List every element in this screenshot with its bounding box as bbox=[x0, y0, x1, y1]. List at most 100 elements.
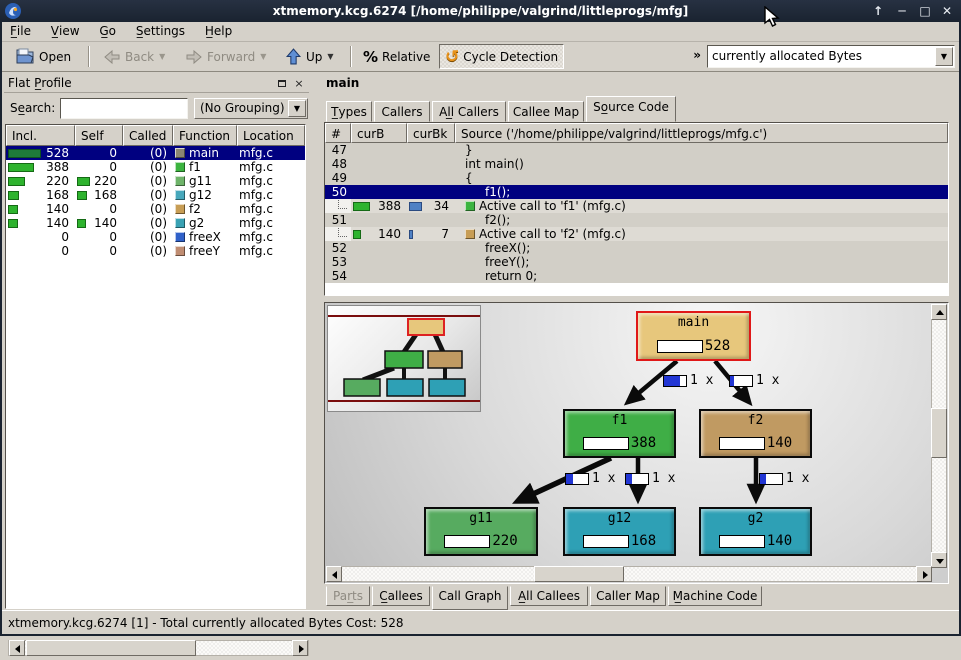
graph-node-main[interactable]: main 528 bbox=[636, 311, 751, 361]
graph-node-g11[interactable]: g11 220 bbox=[424, 507, 538, 556]
dock-close-icon[interactable]: × bbox=[292, 77, 306, 91]
menu-go[interactable]: G̲o bbox=[91, 22, 124, 42]
search-input[interactable] bbox=[60, 98, 188, 119]
table-row-g11[interactable]: 220 220 (0) g11 mfg.c bbox=[6, 174, 305, 188]
up-dropdown-icon[interactable]: ▼ bbox=[327, 52, 333, 61]
function-name: main bbox=[189, 146, 219, 160]
event-type-combobox[interactable]: currently allocated Bytes ▼ bbox=[707, 45, 955, 68]
tab-callers[interactable]: Callers bbox=[374, 101, 430, 122]
flat-profile-hscrollbar[interactable] bbox=[8, 640, 309, 656]
column-function[interactable]: Function bbox=[173, 125, 237, 146]
forward-button[interactable]: Forward ▼ bbox=[180, 44, 271, 69]
graph-node-g12[interactable]: g12 168 bbox=[563, 507, 676, 556]
open-button[interactable]: Open bbox=[10, 44, 76, 69]
back-button[interactable]: Back ▼ bbox=[98, 44, 170, 69]
source-call-annotation[interactable]: 140 7 Active call to 'f2' (mfg.c) bbox=[325, 227, 948, 241]
minimize-icon[interactable]: ─ bbox=[893, 3, 911, 19]
graph-node-f2[interactable]: f2 140 bbox=[699, 409, 812, 458]
table-row-g2[interactable]: 140 140 (0) g2 mfg.c bbox=[6, 216, 305, 230]
tab-parts[interactable]: Par̲ts bbox=[326, 586, 370, 606]
scroll-thumb[interactable] bbox=[931, 408, 947, 458]
scroll-right-icon[interactable] bbox=[292, 640, 308, 656]
application-window: { "window": { "title": "xtmemory.kcg.627… bbox=[0, 0, 961, 636]
tab-machine-code[interactable]: M̲achine Code bbox=[668, 586, 762, 606]
forward-dropdown-icon[interactable]: ▼ bbox=[260, 52, 266, 61]
self-value: 0 bbox=[109, 230, 117, 244]
cost-bar bbox=[8, 149, 41, 158]
scroll-left-icon[interactable] bbox=[326, 566, 342, 582]
cycle-detection-button[interactable]: ↺ Cycle Detection bbox=[439, 44, 564, 69]
source-line[interactable]: 49 { bbox=[325, 171, 948, 185]
back-dropdown-icon[interactable]: ▼ bbox=[159, 52, 165, 61]
toolbar-separator bbox=[88, 46, 90, 67]
shade-icon[interactable]: ↑ bbox=[869, 3, 887, 19]
source-line[interactable]: 52 freeX(); bbox=[325, 241, 948, 255]
location: mfg.c bbox=[239, 216, 273, 230]
graph-node-g2[interactable]: g2 140 bbox=[699, 507, 812, 556]
table-row-freeY[interactable]: 0 0 (0) freeY mfg.c bbox=[6, 244, 305, 258]
table-row-f1[interactable]: 388 0 (0) f1 mfg.c bbox=[6, 160, 305, 174]
tab-all-callers[interactable]: Al̲l Callers bbox=[432, 101, 506, 122]
source-line-selected[interactable]: 50 f1(); bbox=[325, 185, 948, 199]
dock-header[interactable]: Flat P̲rofile × bbox=[4, 74, 309, 93]
table-row-f2[interactable]: 140 0 (0) f2 mfg.c bbox=[6, 202, 305, 216]
source-line[interactable]: 47 } bbox=[325, 143, 948, 157]
column-self[interactable]: Self bbox=[75, 125, 123, 146]
call-graph-canvas[interactable]: main 528 f1 388 f2 140 g11 220 g12 168 g… bbox=[325, 303, 932, 567]
relative-button[interactable]: % Relative bbox=[358, 44, 435, 69]
column-location[interactable]: Location bbox=[237, 125, 305, 146]
toolbar-overflow-icon[interactable]: » bbox=[693, 48, 701, 62]
curb-value: 140 bbox=[378, 227, 401, 241]
scroll-thumb[interactable] bbox=[26, 640, 196, 656]
table-row-main[interactable]: 528 0 (0) main mfg.c bbox=[6, 146, 305, 160]
source-line[interactable]: 53 freeY(); bbox=[325, 255, 948, 269]
graph-node-f1[interactable]: f1 388 bbox=[563, 409, 676, 458]
scroll-left-icon[interactable] bbox=[9, 640, 25, 656]
tab-callee-map[interactable]: Callee Map bbox=[508, 101, 584, 122]
node-cost-bar bbox=[583, 437, 629, 450]
function-name: g2 bbox=[189, 216, 204, 230]
source-line[interactable]: 54 return 0; bbox=[325, 269, 948, 283]
column-incl[interactable]: Incl. bbox=[6, 125, 75, 146]
scroll-down-icon[interactable] bbox=[931, 552, 947, 568]
chevron-down-icon[interactable]: ▼ bbox=[935, 47, 953, 66]
table-row-g12[interactable]: 168 168 (0) g12 mfg.c bbox=[6, 188, 305, 202]
close-icon[interactable]: ✕ bbox=[938, 3, 956, 19]
forward-arrow-icon bbox=[185, 49, 203, 65]
node-cost-bar bbox=[719, 437, 765, 450]
graph-overview-minimap[interactable] bbox=[327, 305, 481, 412]
tab-all-callees[interactable]: A̲ll Callees bbox=[510, 586, 588, 606]
column-called[interactable]: Called bbox=[123, 125, 173, 146]
tab-call-graph[interactable]: Call Graph bbox=[432, 586, 508, 610]
tab-types[interactable]: T̲ypes bbox=[326, 101, 372, 122]
flat-profile-dock: Flat P̲rofile × Se̲arch: (No Grouping) ▼… bbox=[2, 72, 311, 608]
menu-help[interactable]: H̲elp bbox=[197, 22, 240, 42]
menu-file[interactable]: F̲ile bbox=[2, 22, 39, 42]
call-graph-panel[interactable]: main 528 f1 388 f2 140 g11 220 g12 168 g… bbox=[324, 302, 949, 584]
menu-settings[interactable]: S̲ettings bbox=[128, 22, 193, 42]
scroll-up-icon[interactable] bbox=[931, 304, 947, 320]
scroll-right-icon[interactable] bbox=[916, 566, 932, 582]
maximize-icon[interactable]: □ bbox=[916, 3, 934, 19]
titlebar[interactable]: xtmemory.kcg.6274 [/home/philippe/valgri… bbox=[0, 0, 961, 22]
grouping-combobox[interactable]: (No Grouping) ▼ bbox=[194, 98, 308, 119]
source-line[interactable]: 48 int main() bbox=[325, 157, 948, 171]
tab-callees[interactable]: C̲allees bbox=[372, 586, 430, 606]
graph-hscrollbar[interactable] bbox=[326, 566, 932, 582]
column-line-number[interactable]: # bbox=[325, 123, 351, 143]
cost-bar bbox=[353, 230, 361, 239]
column-curbk[interactable]: curBk bbox=[407, 123, 455, 143]
tab-caller-map[interactable]: Caller Map bbox=[590, 586, 666, 606]
chevron-down-icon[interactable]: ▼ bbox=[288, 100, 306, 117]
graph-vscrollbar[interactable] bbox=[931, 304, 947, 568]
source-call-annotation[interactable]: 388 34 Active call to 'f1' (mfg.c) bbox=[325, 199, 948, 213]
scroll-thumb[interactable] bbox=[534, 566, 624, 582]
column-curb[interactable]: curB bbox=[351, 123, 407, 143]
source-line[interactable]: 51 f2(); bbox=[325, 213, 948, 227]
menu-view[interactable]: V̲iew bbox=[43, 22, 88, 42]
dock-float-icon[interactable] bbox=[275, 77, 289, 91]
column-source[interactable]: Source ('/home/philippe/valgrind/littlep… bbox=[455, 123, 948, 143]
up-button[interactable]: Up ▼ bbox=[280, 44, 339, 69]
table-row-freeX[interactable]: 0 0 (0) freeX mfg.c bbox=[6, 230, 305, 244]
tab-source-code[interactable]: So̲urce Code bbox=[586, 96, 676, 122]
